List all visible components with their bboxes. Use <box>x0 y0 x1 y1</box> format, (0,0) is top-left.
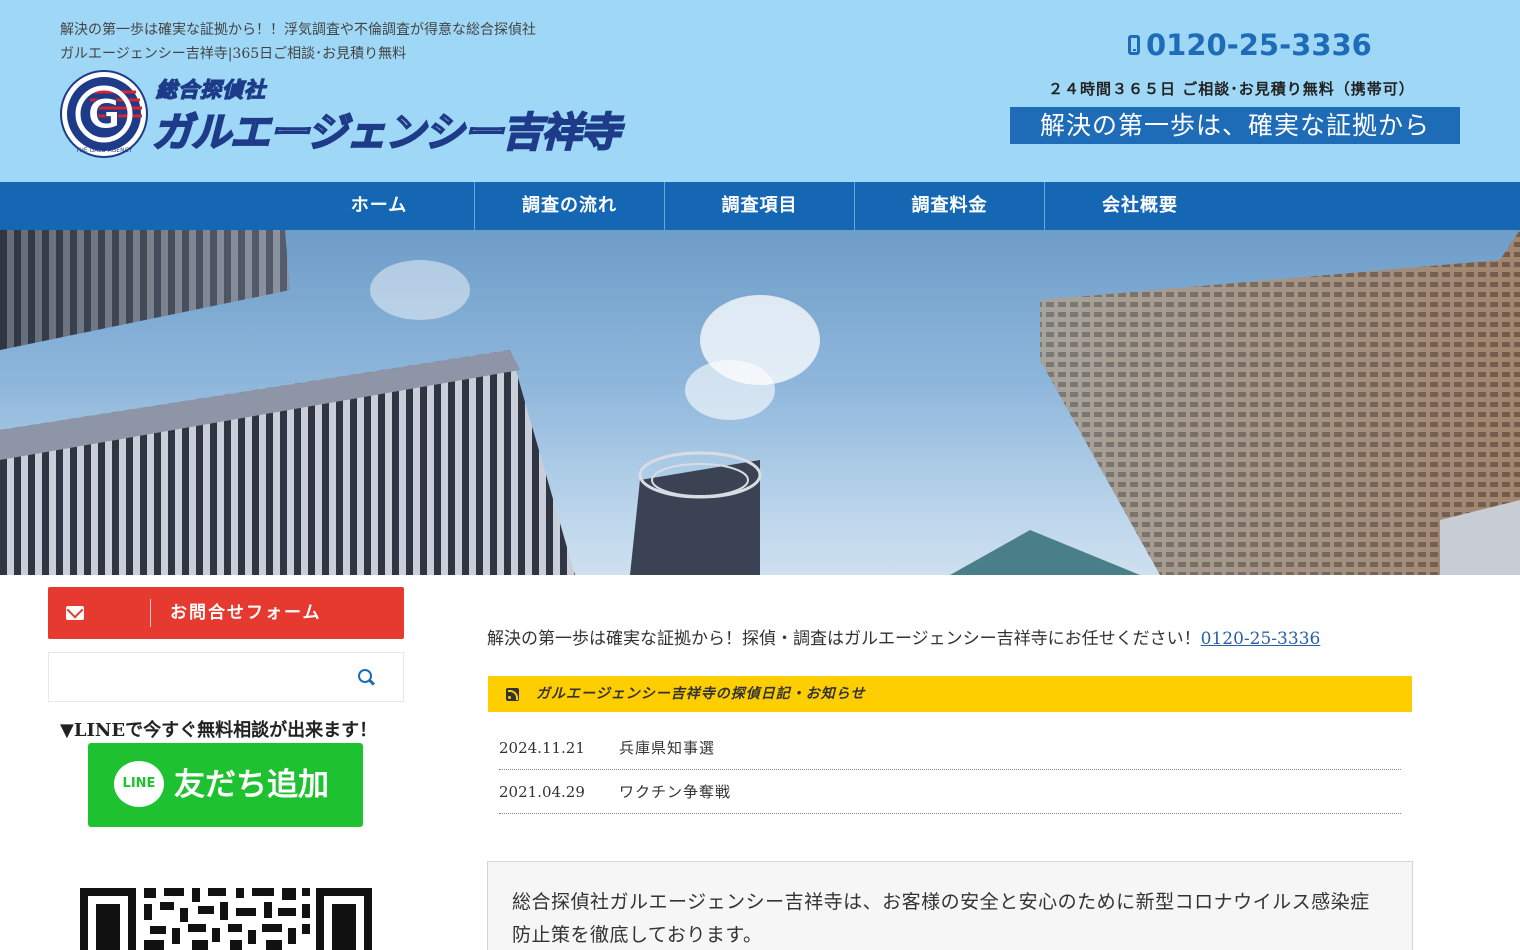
nav-item-services[interactable]: 調査項目 <box>665 182 854 230</box>
header-hours: ２４時間３６５日 ご相談･お見積り無料（携帯可） <box>1048 80 1415 98</box>
logo-title: ガルエージェンシー吉祥寺 <box>151 109 621 157</box>
envelope-icon <box>66 606 84 620</box>
nav-item-pricing[interactable]: 調査料金 <box>855 182 1044 230</box>
site-header: 解決の第一歩は確実な証拠から！！浮気調査や不倫調査が得意な総合探偵社 ガルエージ… <box>0 0 1520 182</box>
news-date: 2024.11.21 <box>499 739 585 757</box>
covid-notice-text: 総合探偵社ガルエージェンシー吉祥寺は、お客様の安全と安心のために新型コロナウイル… <box>512 891 1370 946</box>
covid-notice-box: 総合探偵社ガルエージェンシー吉祥寺は、お客様の安全と安心のために新型コロナウイル… <box>487 861 1413 950</box>
contact-form-label: お問合せフォーム <box>170 603 322 623</box>
hero-image <box>0 230 1520 575</box>
logo-emblem-icon: G THE GALU AGENCY <box>60 70 148 158</box>
news-item[interactable]: 2021.04.29 ワクチン争奪戦 <box>499 770 1401 814</box>
tagline-line-2: ガルエージェンシー吉祥寺|365日ご相談･お見積り無料 <box>60 46 407 62</box>
intro-text: 解決の第一歩は確実な証拠から！探偵・調査はガルエージェンシー吉祥寺にお任せくださ… <box>487 624 1320 649</box>
rss-icon <box>506 688 519 701</box>
header-phone-number: 0120-25-3336 <box>1146 28 1372 62</box>
intro-message: 解決の第一歩は確実な証拠から！探偵・調査はガルエージェンシー吉祥寺にお任せくださ… <box>487 629 1201 649</box>
tagline-line-1: 解決の第一歩は確実な証拠から！！浮気調査や不倫調査が得意な総合探偵社 <box>60 22 536 38</box>
header-phone[interactable]: 0120-25-3336 <box>1128 28 1372 62</box>
contact-button-divider <box>150 599 151 627</box>
header-tagline: 解決の第一歩は確実な証拠から！！浮気調査や不倫調査が得意な総合探偵社 ガルエージ… <box>60 18 620 66</box>
hero-skyscrapers-image <box>0 230 1520 575</box>
line-qr-code-image[interactable] <box>80 888 372 950</box>
news-item[interactable]: 2024.11.21 兵庫県知事選 <box>499 726 1401 770</box>
news-date: 2021.04.29 <box>499 783 585 801</box>
intro-phone-link[interactable]: 0120-25-3336 <box>1201 629 1321 649</box>
mobile-phone-icon <box>1128 35 1140 55</box>
svg-text:G: G <box>88 92 121 138</box>
search-input[interactable] <box>49 653 349 701</box>
line-consult-note: ▼LINEで今すぐ無料相談が出来ます！ <box>60 720 378 741</box>
nav-item-flow[interactable]: 調査の流れ <box>475 182 664 230</box>
header-slogan: 解決の第一歩は、確実な証拠から <box>1010 107 1460 144</box>
contact-form-button[interactable]: お問合せフォーム <box>48 587 404 639</box>
search-icon[interactable] <box>358 669 372 683</box>
sidebar-search <box>48 652 404 702</box>
site-logo[interactable]: G THE GALU AGENCY 総合探偵社 ガルエージェンシー吉祥寺 <box>60 70 621 160</box>
line-add-friend-button[interactable]: LINE 友だち追加 <box>88 743 363 827</box>
logo-emblem-text: THE GALU AGENCY <box>75 147 133 154</box>
news-section-title: ガルエージェンシー吉祥寺の探偵日記・お知らせ <box>536 686 866 702</box>
nav-item-home[interactable]: ホーム <box>285 182 473 230</box>
line-add-friend-label: 友だち追加 <box>174 767 329 803</box>
main-nav: ホーム 調査の流れ 調査項目 調査料金 会社概要 <box>0 182 1520 230</box>
news-section-header: ガルエージェンシー吉祥寺の探偵日記・お知らせ <box>488 676 1412 712</box>
news-title[interactable]: ワクチン争奪戦 <box>619 770 731 814</box>
nav-item-company[interactable]: 会社概要 <box>1045 182 1235 230</box>
line-logo-icon: LINE <box>114 761 164 807</box>
news-title[interactable]: 兵庫県知事選 <box>619 726 715 770</box>
